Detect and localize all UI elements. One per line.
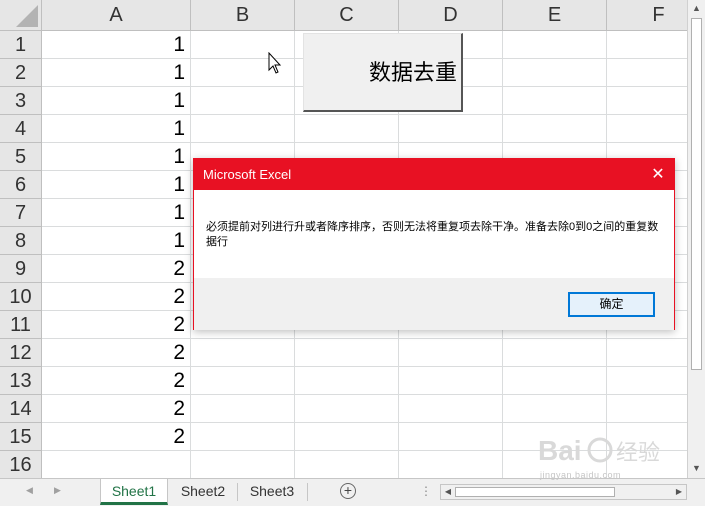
scroll-left-icon[interactable]: ◀ xyxy=(441,485,455,499)
scroll-down-icon[interactable]: ▼ xyxy=(688,460,705,477)
vertical-scroll-thumb[interactable] xyxy=(691,18,702,370)
cell-a12[interactable]: 2 xyxy=(42,339,190,367)
cell-a7[interactable]: 1 xyxy=(42,199,190,227)
tab-sheet1[interactable]: Sheet1 xyxy=(100,479,168,505)
tab-sheet2[interactable]: Sheet2 xyxy=(170,479,236,505)
row-header-14[interactable]: 14 xyxy=(0,395,42,423)
row-header-9[interactable]: 9 xyxy=(0,255,42,283)
select-all-corner[interactable] xyxy=(0,0,42,31)
cell-a1[interactable]: 1 xyxy=(42,31,190,59)
cell-a11[interactable]: 2 xyxy=(42,311,190,339)
scroll-up-icon[interactable]: ▲ xyxy=(688,0,705,17)
splitter-handle-icon[interactable]: ⋮ xyxy=(420,484,432,498)
row-header-11[interactable]: 11 xyxy=(0,311,42,339)
row-header-10[interactable]: 10 xyxy=(0,283,42,311)
sheet-tab-bar: ◀ ▶ Sheet1 Sheet2 Sheet3 + ⋮ ◀ ▶ xyxy=(0,478,705,506)
row-header-3[interactable]: 3 xyxy=(0,87,42,115)
row-header-1[interactable]: 1 xyxy=(0,31,42,59)
dedupe-button[interactable]: 数据去重 xyxy=(303,33,463,112)
close-icon[interactable]: ✕ xyxy=(642,159,674,190)
cell-a8[interactable]: 1 xyxy=(42,227,190,255)
column-header-d[interactable]: D xyxy=(399,0,503,31)
row-header-5[interactable]: 5 xyxy=(0,143,42,171)
dialog-titlebar: Microsoft Excel ✕ xyxy=(194,159,674,190)
cell-a13[interactable]: 2 xyxy=(42,367,190,395)
column-header-e[interactable]: E xyxy=(503,0,607,31)
cell-a4[interactable]: 1 xyxy=(42,115,190,143)
column-header-a[interactable]: A xyxy=(42,0,191,31)
row-header-13[interactable]: 13 xyxy=(0,367,42,395)
row-header-2[interactable]: 2 xyxy=(0,59,42,87)
scroll-right-icon[interactable]: ▶ xyxy=(672,485,686,499)
column-header-c[interactable]: C xyxy=(295,0,399,31)
cell-a15[interactable]: 2 xyxy=(42,423,190,451)
cell-a3[interactable]: 1 xyxy=(42,87,190,115)
cell-a5[interactable]: 1 xyxy=(42,143,190,171)
mouse-cursor-icon xyxy=(268,52,282,74)
dialog-title: Microsoft Excel xyxy=(203,167,292,182)
svg-text:Bai: Bai xyxy=(538,435,582,466)
cell-a2[interactable]: 1 xyxy=(42,59,190,87)
dialog-message: 必须提前对列进行升或者降序排序，否则无法将重复项去除干净。准备去除0到0之间的重… xyxy=(206,221,659,248)
svg-text:经验: 经验 xyxy=(616,440,660,465)
add-sheet-icon[interactable]: + xyxy=(340,483,356,499)
tab-scroll-left-icon[interactable]: ◀ xyxy=(26,485,33,496)
horizontal-scroll-thumb[interactable] xyxy=(455,487,615,497)
row-header-6[interactable]: 6 xyxy=(0,171,42,199)
cell-a6[interactable]: 1 xyxy=(42,171,190,199)
row-header-4[interactable]: 4 xyxy=(0,115,42,143)
watermark-text: jingyan.baidu.com xyxy=(540,470,622,480)
cell-a9[interactable]: 2 xyxy=(42,255,190,283)
row-header-7[interactable]: 7 xyxy=(0,199,42,227)
message-dialog: Microsoft Excel ✕ 必须提前对列进行升或者降序排序，否则无法将重… xyxy=(193,158,675,330)
tab-scroll-right-icon[interactable]: ▶ xyxy=(54,485,61,496)
dialog-footer: 确定 xyxy=(194,278,674,330)
row-header-15[interactable]: 15 xyxy=(0,423,42,451)
row-header-8[interactable]: 8 xyxy=(0,227,42,255)
ok-button[interactable]: 确定 xyxy=(568,292,655,317)
cell-a14[interactable]: 2 xyxy=(42,395,190,423)
row-header-12[interactable]: 12 xyxy=(0,339,42,367)
row-header-16[interactable]: 16 xyxy=(0,451,42,478)
column-header-f[interactable]: F xyxy=(607,0,687,31)
tab-sheet3[interactable]: Sheet3 xyxy=(238,479,306,505)
vertical-scrollbar[interactable]: ▲ ▼ xyxy=(687,0,705,478)
cell-a10[interactable]: 2 xyxy=(42,283,190,311)
cell-a16[interactable] xyxy=(42,451,190,478)
horizontal-scrollbar[interactable]: ◀ ▶ xyxy=(440,484,687,500)
column-header-b[interactable]: B xyxy=(191,0,295,31)
